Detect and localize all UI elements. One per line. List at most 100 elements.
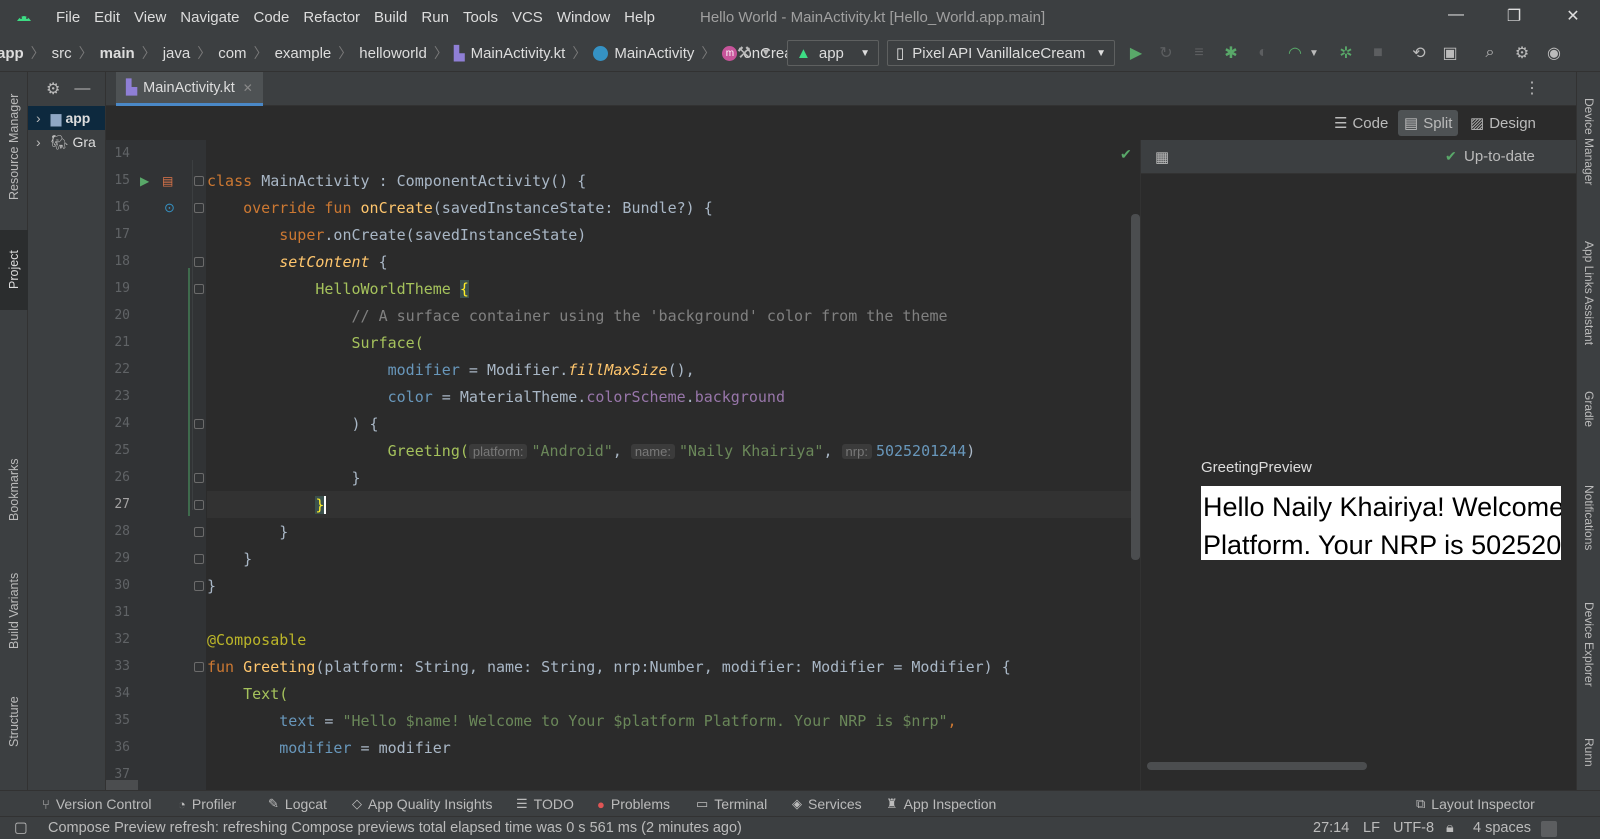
close-tab-icon[interactable]: ✕ [243, 81, 253, 95]
chevron-down-icon[interactable]: ▼ [758, 34, 774, 72]
menu-tools[interactable]: Tools [463, 9, 498, 26]
breadcrumb-src[interactable]: src [49, 45, 75, 62]
code-view-button[interactable]: ☰ Code [1328, 110, 1394, 136]
file-encoding[interactable]: UTF-8 [1393, 820, 1434, 836]
preview-canvas[interactable]: GreetingPreview Hello Naily Khairiya! We… [1141, 174, 1577, 790]
tool-terminal[interactable]: ▭ Terminal [696, 791, 767, 817]
tab-app-links[interactable]: App Links Assistant [1577, 228, 1600, 358]
menu-file[interactable]: File [56, 9, 80, 26]
tool-problems[interactable]: ● Problems [597, 791, 670, 817]
breadcrumb-com[interactable]: com [215, 45, 249, 62]
breadcrumb-file[interactable]: MainActivity.kt [468, 45, 569, 62]
tab-project[interactable]: Project [0, 230, 28, 310]
status-window-icon[interactable]: ▢ [14, 820, 28, 836]
fold-icon[interactable] [194, 472, 204, 483]
sync-gradle-icon[interactable]: ⟲ [1406, 34, 1432, 72]
menu-edit[interactable]: Edit [94, 9, 120, 26]
gear-icon[interactable]: ⚙ [1510, 34, 1534, 72]
menu-view[interactable]: View [134, 9, 166, 26]
design-view-button[interactable]: ▨ Design [1464, 110, 1542, 136]
memory-indicator-icon[interactable] [1541, 821, 1557, 837]
tab-mainactivity[interactable]: ▙ MainActivity.kt ✕ [116, 72, 263, 106]
tab-notifications[interactable]: Notifications [1577, 468, 1600, 568]
menu-code[interactable]: Code [253, 9, 289, 26]
horizontal-scrollbar[interactable] [1147, 762, 1367, 770]
lock-icon[interactable]: 🔒︎ [1446, 820, 1454, 836]
tab-gradle[interactable]: Gradle [1577, 374, 1600, 444]
rerun-icon[interactable]: ↻ [1154, 34, 1178, 72]
breadcrumb-main[interactable]: main [97, 45, 138, 62]
menu-build[interactable]: Build [374, 9, 407, 26]
indent-setting[interactable]: 4 spaces [1473, 820, 1531, 836]
tool-services[interactable]: ◈ Services [792, 791, 862, 817]
fold-icon[interactable] [194, 553, 204, 564]
tab-resource-manager[interactable]: Resource Manager [0, 82, 28, 212]
fold-icon[interactable] [194, 526, 204, 537]
chevron-down-icon[interactable]: ▼ [1306, 34, 1322, 72]
breadcrumb-example[interactable]: example [272, 45, 335, 62]
breadcrumb-class[interactable]: MainActivity [611, 45, 697, 62]
fold-icon[interactable] [194, 499, 204, 510]
fold-icon[interactable] [194, 661, 204, 672]
fold-icon[interactable] [194, 175, 204, 186]
caret-position[interactable]: 27:14 [1313, 820, 1349, 836]
override-gutter-icon[interactable]: ⊙ [164, 200, 175, 216]
tab-build-variants[interactable]: Build Variants [0, 556, 28, 666]
fold-icon[interactable] [194, 418, 204, 429]
tool-app-quality-insights[interactable]: ◇ App Quality Insights [352, 791, 493, 817]
fold-icon[interactable] [194, 283, 204, 294]
tool-profiler[interactable]: ◔ Profiler [178, 791, 236, 817]
tab-device-manager[interactable]: Device Manager [1577, 82, 1600, 202]
stop-icon[interactable]: ■ [1366, 34, 1390, 72]
tree-item-app[interactable]: › ▆ app [28, 106, 105, 130]
tool-app-inspection[interactable]: ♜ App Inspection [886, 791, 996, 817]
close-icon[interactable]: ✕ [1561, 6, 1585, 28]
menu-refactor[interactable]: Refactor [303, 9, 360, 26]
attach-debugger-icon[interactable]: ✲ [1334, 34, 1358, 72]
line-separator[interactable]: LF [1363, 820, 1380, 836]
tab-device-explorer[interactable]: Device Explorer [1577, 588, 1600, 700]
debug-icon[interactable]: ✱ [1219, 34, 1243, 72]
fold-icon[interactable] [194, 202, 204, 213]
minimize-panel-icon[interactable]: — [74, 80, 90, 98]
device-select[interactable]: ▯ Pixel API VanillaIceCream ▼ [887, 40, 1115, 66]
apply-changes-icon[interactable]: ≡ [1187, 34, 1211, 72]
hammer-icon[interactable]: ⚒ [732, 34, 756, 72]
greeting-preview[interactable]: Hello Naily Khairiya! Welcome to Your An… [1201, 486, 1561, 560]
tool-version-control[interactable]: ⑂ Version Control [42, 791, 152, 817]
tab-bookmarks[interactable]: Bookmarks [0, 442, 28, 538]
coverage-icon[interactable]: ◠ [1283, 34, 1307, 72]
tab-running-devices[interactable]: Runn [1577, 722, 1600, 782]
tool-layout-inspector[interactable]: ⧉ Layout Inspector [1416, 791, 1535, 817]
fold-icon[interactable] [194, 256, 204, 267]
tree-item-gradle[interactable]: › 🐘︎ Gra [28, 130, 105, 154]
code-editor[interactable]: ✔ 14 15 ▶ ▤ class MainActivity : Compone… [106, 140, 1140, 790]
menu-vcs[interactable]: VCS [512, 9, 543, 26]
tool-todo[interactable]: ☰ TODO [516, 791, 574, 817]
tab-structure[interactable]: Structure [0, 682, 28, 762]
breadcrumb-helloworld[interactable]: helloworld [356, 45, 430, 62]
profile-icon[interactable]: ◐ [1251, 34, 1275, 72]
device-manager-icon[interactable]: ▣ [1438, 34, 1462, 72]
breadcrumb-java[interactable]: java [160, 45, 194, 62]
split-view-button[interactable]: ▤ Split [1398, 110, 1459, 136]
more-options-icon[interactable]: ⋮ [1524, 78, 1540, 98]
run-config-select[interactable]: ▲ app ▼ [787, 40, 879, 66]
menu-help[interactable]: Help [624, 9, 655, 26]
run-icon[interactable]: ▶ [1124, 34, 1148, 72]
minimize-icon[interactable]: — [1444, 6, 1468, 28]
menu-run[interactable]: Run [421, 9, 449, 26]
menu-navigate[interactable]: Navigate [180, 9, 239, 26]
preview-layout-icon[interactable]: ▦ [1155, 148, 1169, 166]
account-icon[interactable]: ◉ [1542, 34, 1566, 72]
menu-window[interactable]: Window [557, 9, 610, 26]
activity-gutter-icon[interactable]: ▤ [162, 174, 173, 188]
tool-logcat[interactable]: ✎ Logcat [268, 791, 327, 817]
breadcrumb-app[interactable]: app [0, 45, 27, 62]
gear-icon[interactable]: ⚙ [46, 79, 60, 99]
fold-icon[interactable] [194, 580, 204, 591]
search-icon[interactable]: ⌕ [1478, 34, 1502, 72]
restore-icon[interactable]: ❐ [1502, 6, 1526, 28]
run-gutter-icon[interactable]: ▶ [140, 174, 149, 188]
vertical-scrollbar[interactable] [1131, 214, 1140, 560]
